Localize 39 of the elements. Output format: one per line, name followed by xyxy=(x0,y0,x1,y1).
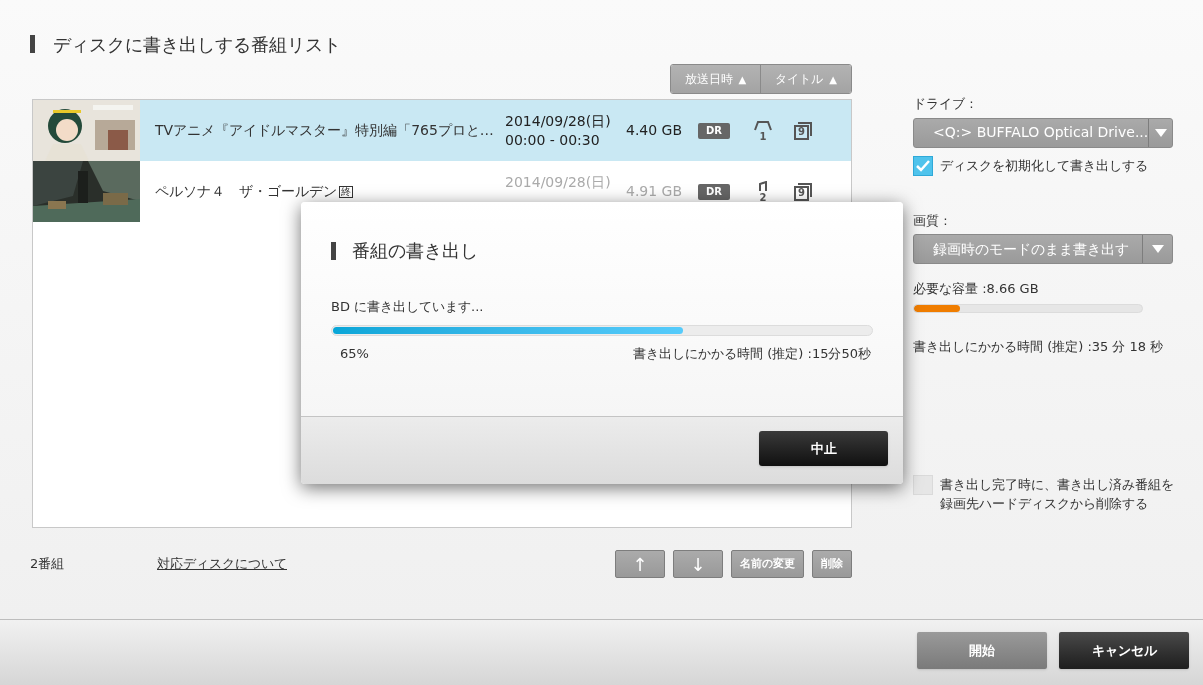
broadcast-date: 2014/09/28(日) xyxy=(505,172,612,192)
cancel-button[interactable]: キャンセル xyxy=(1059,632,1189,669)
action-button[interactable]: 名前の変更 xyxy=(731,550,804,578)
status-message: BD に書き出しています... xyxy=(331,298,485,316)
broadcast-date: 2014/09/28(日) xyxy=(505,111,612,131)
capacity-label: 必要な容量 :8.66 GB xyxy=(913,280,1040,298)
file-size: 4.91 GB xyxy=(626,182,684,201)
mode-badge: DR xyxy=(698,122,730,139)
sort-button[interactable]: タイトル ▲ xyxy=(760,65,851,93)
delete-option-label: 書き出し完了時に、書き出し済み番組を録画先ハードディスクから削除する xyxy=(940,476,1175,513)
sort-button[interactable]: 放送日時 ▲ xyxy=(670,65,761,93)
drive-label: ドライブ : xyxy=(913,95,975,113)
page-title: ディスクに書き出しする番組リスト xyxy=(53,32,341,57)
checkbox[interactable] xyxy=(913,155,933,176)
dialog-title: 番組の書き出し xyxy=(352,239,478,263)
program-count: 2番組 xyxy=(30,555,66,574)
remaining-time: 書き出しにかかる時間 (推定) :15分50秒 xyxy=(633,344,871,363)
progress-percent: 65% xyxy=(340,344,369,363)
heading-bar xyxy=(30,35,35,53)
quality-label: 画質 : xyxy=(913,211,949,230)
supported-discs-link[interactable]: 対応ディスクについて xyxy=(157,554,287,574)
end-mark: 終 xyxy=(339,185,353,198)
caret-icon xyxy=(1151,245,1164,253)
action-button[interactable]: 削除 xyxy=(812,550,852,578)
file-size: 4.40 GB xyxy=(626,121,684,140)
start-button[interactable]: 開始 xyxy=(917,632,1047,669)
program-title: ペルソナ４ ザ・ゴールデン xyxy=(155,182,337,201)
format-option-label: ディスクを初期化して書き出しする xyxy=(940,156,1148,175)
move-button[interactable]: ↑ xyxy=(615,550,665,578)
drive-dropdown[interactable]: <Q:> BUFFALO Optical Drive... xyxy=(913,117,1173,148)
mode-badge: DR xyxy=(698,183,730,200)
move-button[interactable]: ↓ xyxy=(673,550,723,578)
caret-icon xyxy=(1154,128,1167,137)
abort-button[interactable]: 中止 xyxy=(759,431,888,466)
program-title: TVアニメ『アイドルマスター』特別編「765プロと… xyxy=(155,121,494,140)
total-time-estimate: 書き出しにかかる時間 (推定) :35 分 18 秒 xyxy=(913,337,1165,356)
heading-bar xyxy=(331,241,336,260)
broadcast-time: 00:00 - 00:30 xyxy=(505,130,601,150)
quality-dropdown[interactable]: 録画時のモードのまま書き出す xyxy=(913,234,1173,264)
